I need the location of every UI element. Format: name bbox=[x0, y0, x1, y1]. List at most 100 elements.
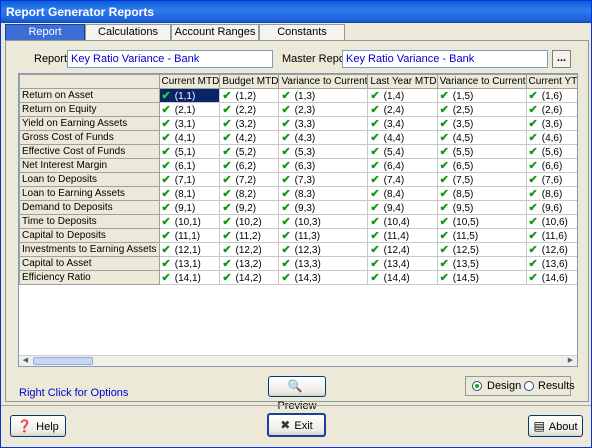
grid-cell[interactable]: ✔ (2,5) bbox=[436, 102, 527, 117]
grid-cell[interactable]: ✔ (2,1) bbox=[158, 102, 221, 117]
grid-cell[interactable]: ✔ (4,1) bbox=[158, 130, 221, 145]
grid-cell[interactable]: ✔ (10,4) bbox=[367, 214, 438, 229]
grid-cell[interactable]: ✔ (10,3) bbox=[278, 214, 369, 229]
grid-cell[interactable]: ✔ (11,6) bbox=[525, 228, 577, 243]
grid-cell[interactable]: ✔ (1,5) bbox=[436, 88, 527, 103]
grid-cell[interactable]: ✔ (4,4) bbox=[367, 130, 438, 145]
grid-cell[interactable]: ✔ (6,6) bbox=[525, 158, 577, 173]
tab-account-ranges[interactable]: Account Ranges bbox=[171, 24, 259, 40]
tab-report[interactable]: Report bbox=[5, 24, 85, 41]
report-field[interactable]: Key Ratio Variance - Bank bbox=[67, 50, 273, 68]
grid-cell[interactable]: ✔ (14,1) bbox=[158, 270, 221, 285]
grid-cell[interactable]: ✔ (7,5) bbox=[436, 172, 527, 187]
grid-cell[interactable]: ✔ (12,5) bbox=[436, 242, 527, 257]
grid-cell[interactable]: ✔ (8,4) bbox=[367, 186, 438, 201]
grid-cell[interactable]: ✔ (6,4) bbox=[367, 158, 438, 173]
scroll-thumb[interactable] bbox=[33, 357, 93, 365]
grid-cell[interactable]: ✔ (9,6) bbox=[525, 200, 577, 215]
grid-cell[interactable]: ✔ (2,4) bbox=[367, 102, 438, 117]
grid-cell[interactable]: ✔ (4,2) bbox=[219, 130, 280, 145]
grid-cell[interactable]: ✔ (5,3) bbox=[278, 144, 369, 159]
grid-cell[interactable]: ✔ (14,2) bbox=[219, 270, 280, 285]
grid-cell[interactable]: ✔ (7,6) bbox=[525, 172, 577, 187]
scroll-right-icon[interactable]: ▶ bbox=[565, 356, 576, 366]
grid-cell[interactable]: ✔ (14,3) bbox=[278, 270, 369, 285]
about-button[interactable]: ▤ About bbox=[528, 415, 583, 437]
grid-cell[interactable]: ✔ (3,3) bbox=[278, 116, 369, 131]
grid-cell[interactable]: ✔ (7,3) bbox=[278, 172, 369, 187]
grid-cell[interactable]: ✔ (5,1) bbox=[158, 144, 221, 159]
help-button[interactable]: ❓ Help bbox=[10, 415, 66, 437]
grid-cell[interactable]: ✔ (13,2) bbox=[219, 256, 280, 271]
grid-cell[interactable]: ✔ (10,5) bbox=[436, 214, 527, 229]
grid-cell[interactable]: ✔ (6,1) bbox=[158, 158, 221, 173]
scroll-left-icon[interactable]: ◀ bbox=[20, 356, 31, 366]
grid-cell[interactable]: ✔ (11,4) bbox=[367, 228, 438, 243]
grid-cell[interactable]: ✔ (14,6) bbox=[525, 270, 577, 285]
preview-button[interactable]: 🔍 Preview bbox=[268, 376, 326, 412]
grid-cell[interactable]: ✔ (5,2) bbox=[219, 144, 280, 159]
grid-cell[interactable]: ✔ (8,3) bbox=[278, 186, 369, 201]
grid-cell[interactable]: ✔ (6,2) bbox=[219, 158, 280, 173]
grid-cell[interactable]: ✔ (12,4) bbox=[367, 242, 438, 257]
grid-cell[interactable]: ✔ (13,3) bbox=[278, 256, 369, 271]
browse-master-button[interactable]: ... bbox=[552, 50, 571, 68]
grid-cell[interactable]: ✔ (11,3) bbox=[278, 228, 369, 243]
grid-cell[interactable]: ✔ (14,5) bbox=[436, 270, 527, 285]
design-radio[interactable] bbox=[472, 381, 482, 391]
grid-cell[interactable]: ✔ (13,5) bbox=[436, 256, 527, 271]
grid-cell[interactable]: ✔ (10,6) bbox=[525, 214, 577, 229]
grid-cell[interactable]: ✔ (8,5) bbox=[436, 186, 527, 201]
grid-cell[interactable]: ✔ (12,6) bbox=[525, 242, 577, 257]
grid-cell[interactable]: ✔ (1,4) bbox=[367, 88, 438, 103]
grid-cell[interactable]: ✔ (13,6) bbox=[525, 256, 577, 271]
grid-cell[interactable]: ✔ (8,6) bbox=[525, 186, 577, 201]
grid-cell[interactable]: ✔ (12,3) bbox=[278, 242, 369, 257]
grid-cell[interactable]: ✔ (7,2) bbox=[219, 172, 280, 187]
grid-cell[interactable]: ✔ (3,1) bbox=[158, 116, 221, 131]
grid-cell[interactable]: ✔ (9,2) bbox=[219, 200, 280, 215]
results-radio[interactable] bbox=[524, 381, 534, 391]
grid-cell[interactable]: ✔ (3,5) bbox=[436, 116, 527, 131]
grid-cell[interactable]: ✔ (5,6) bbox=[525, 144, 577, 159]
grid-cell[interactable]: ✔ (8,1) bbox=[158, 186, 221, 201]
grid-cell[interactable]: ✔ (3,4) bbox=[367, 116, 438, 131]
grid-cell[interactable]: ✔ (10,2) bbox=[219, 214, 280, 229]
grid-cell[interactable]: ✔ (13,4) bbox=[367, 256, 438, 271]
grid-cell[interactable]: ✔ (4,6) bbox=[525, 130, 577, 145]
grid-cell[interactable]: ✔ (9,5) bbox=[436, 200, 527, 215]
grid-cell[interactable]: ✔ (7,1) bbox=[158, 172, 221, 187]
grid-cell[interactable]: ✔ (12,1) bbox=[158, 242, 221, 257]
grid-cell[interactable]: ✔ (12,2) bbox=[219, 242, 280, 257]
grid-cell[interactable]: ✔ (8,2) bbox=[219, 186, 280, 201]
grid-cell[interactable]: ✔ (4,5) bbox=[436, 130, 527, 145]
horizontal-scrollbar[interactable]: ◀ ▶ bbox=[19, 355, 577, 366]
grid-cell[interactable]: ✔ (14,4) bbox=[367, 270, 438, 285]
exit-button[interactable]: ✖ Exit bbox=[267, 413, 326, 437]
grid-cell[interactable]: ✔ (3,2) bbox=[219, 116, 280, 131]
grid-cell[interactable]: ✔ (5,4) bbox=[367, 144, 438, 159]
grid-cell[interactable]: ✔ (9,3) bbox=[278, 200, 369, 215]
grid-cell[interactable]: ✔ (2,6) bbox=[525, 102, 577, 117]
grid-cell[interactable]: ✔ (9,1) bbox=[158, 200, 221, 215]
grid-cell[interactable]: ✔ (3,6) bbox=[525, 116, 577, 131]
tab-calculations[interactable]: Calculations bbox=[85, 24, 171, 40]
grid-cell[interactable]: ✔ (4,3) bbox=[278, 130, 369, 145]
grid-cell[interactable]: ✔ (11,2) bbox=[219, 228, 280, 243]
grid-cell[interactable]: ✔ (1,1) bbox=[158, 88, 221, 103]
grid-cell[interactable]: ✔ (9,4) bbox=[367, 200, 438, 215]
grid-cell[interactable]: ✔ (11,1) bbox=[158, 228, 221, 243]
grid-cell[interactable]: ✔ (5,5) bbox=[436, 144, 527, 159]
grid-cell[interactable]: ✔ (6,3) bbox=[278, 158, 369, 173]
grid-cell[interactable]: ✔ (6,5) bbox=[436, 158, 527, 173]
grid-cell[interactable]: ✔ (2,3) bbox=[278, 102, 369, 117]
tab-constants[interactable]: Constants bbox=[259, 24, 345, 40]
grid-cell[interactable]: ✔ (2,2) bbox=[219, 102, 280, 117]
grid-cell[interactable]: ✔ (1,6) bbox=[525, 88, 577, 103]
grid-cell[interactable]: ✔ (1,3) bbox=[278, 88, 369, 103]
grid-cell[interactable]: ✔ (13,1) bbox=[158, 256, 221, 271]
grid-cell[interactable]: ✔ (11,5) bbox=[436, 228, 527, 243]
grid-cell[interactable]: ✔ (1,2) bbox=[219, 88, 280, 103]
report-grid[interactable]: Current MTD Budget MTD Variance to Current… bbox=[18, 73, 578, 367]
grid-cell[interactable]: ✔ (7,4) bbox=[367, 172, 438, 187]
